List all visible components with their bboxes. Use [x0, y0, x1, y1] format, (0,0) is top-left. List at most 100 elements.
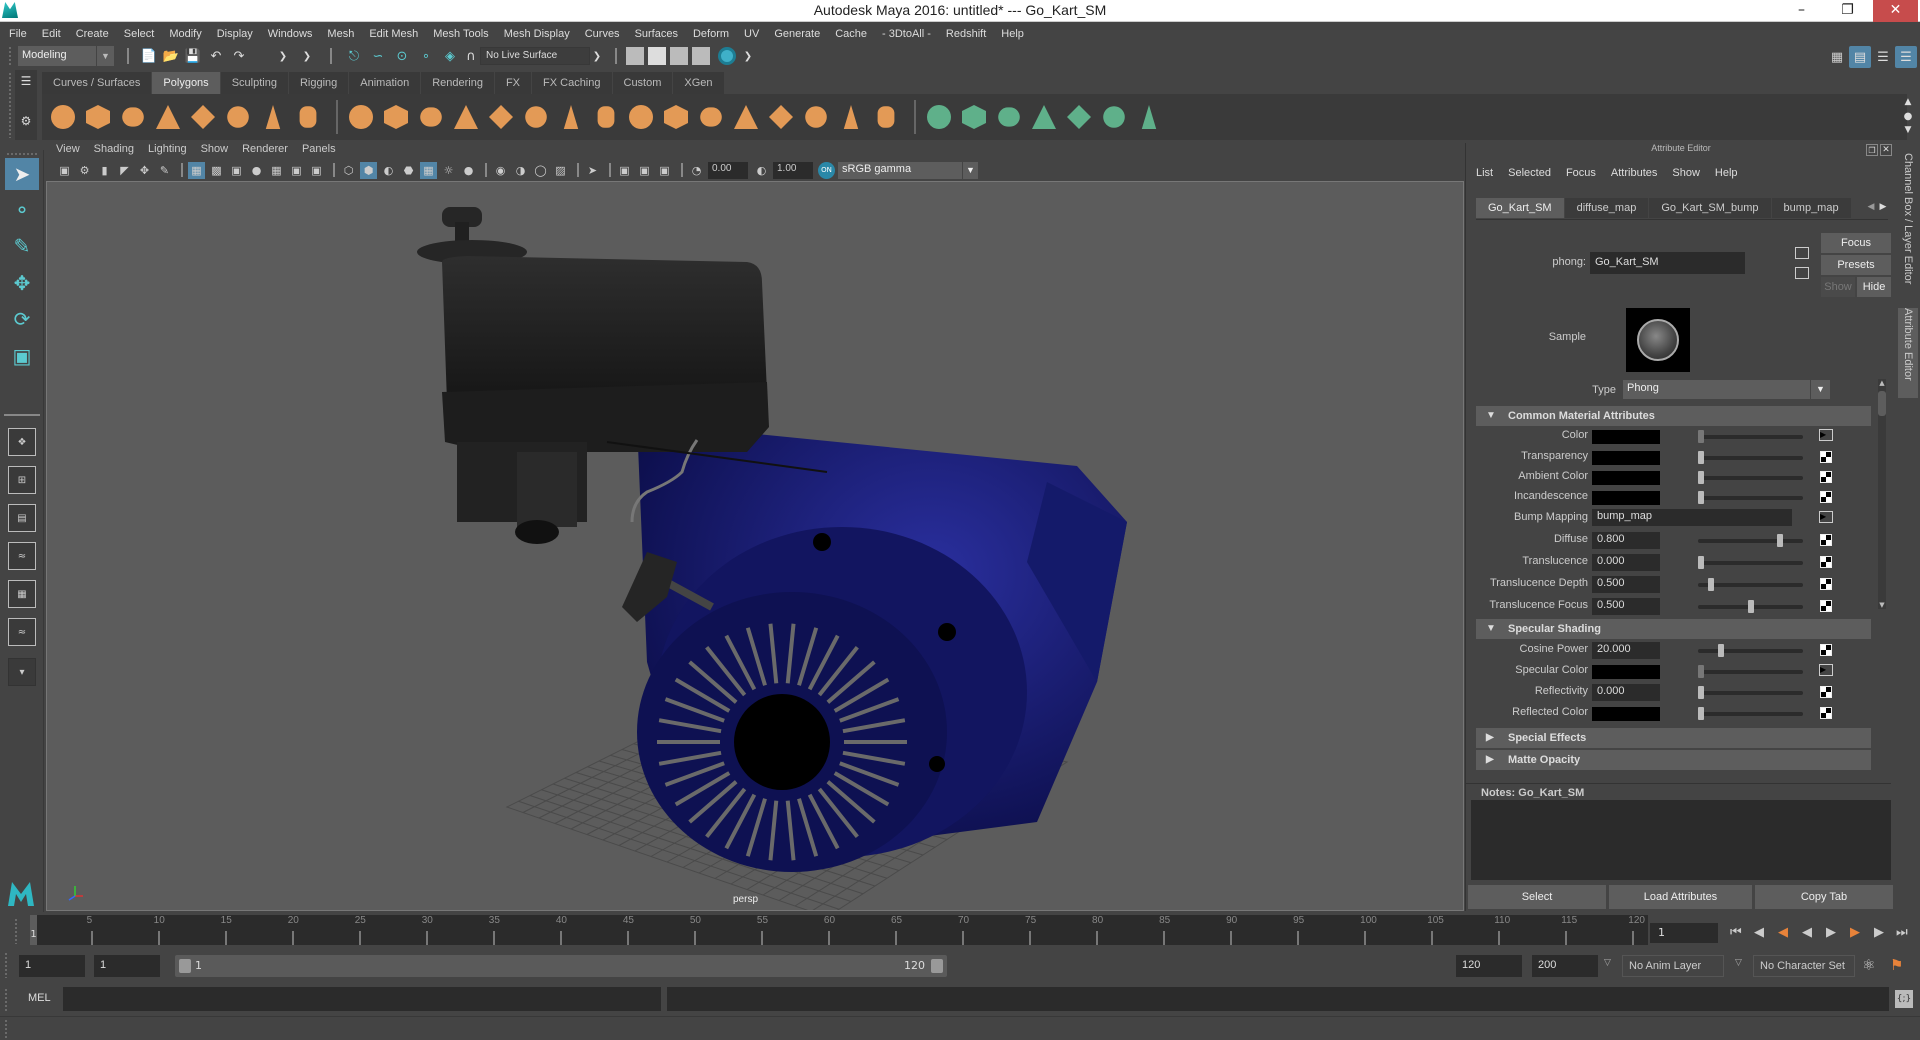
- current-frame-field[interactable]: 1: [1650, 923, 1718, 943]
- menu-edit-mesh[interactable]: Edit Mesh: [369, 28, 418, 40]
- map-texture-icon[interactable]: [1820, 644, 1832, 656]
- ae-menu-show[interactable]: Show: [1672, 167, 1700, 179]
- poly-torus-icon[interactable]: [223, 102, 253, 132]
- hypershade-persp-layout-icon[interactable]: ▦: [8, 580, 36, 608]
- step-forward-key-icon[interactable]: ▶: [1850, 925, 1860, 940]
- menu-modify[interactable]: Modify: [169, 28, 201, 40]
- smooth-shade-icon[interactable]: ⬢: [360, 161, 377, 179]
- color-swatch[interactable]: [1592, 430, 1660, 444]
- persp-outliner-layout-icon[interactable]: ▤: [8, 504, 36, 532]
- map-texture-icon[interactable]: [1820, 707, 1832, 719]
- render-settings-icon[interactable]: [692, 47, 710, 65]
- render-frame-icon[interactable]: [648, 47, 666, 65]
- menu-select[interactable]: Select: [124, 28, 155, 40]
- default-material-icon[interactable]: ◐: [380, 162, 397, 179]
- persp-graph-hypershade-layout-icon[interactable]: ≈: [8, 618, 36, 646]
- play-backwards-icon[interactable]: ◀: [1802, 925, 1812, 940]
- tool-settings-icon[interactable]: ☰: [1872, 46, 1894, 68]
- animation-end-field[interactable]: 200: [1532, 955, 1598, 977]
- viewport-menu-renderer[interactable]: Renderer: [242, 143, 288, 159]
- section-matte-opacity[interactable]: ▶ Matte Opacity: [1476, 750, 1871, 770]
- attr-slider-thumb[interactable]: [1698, 471, 1704, 484]
- shelf-tab-polygons[interactable]: Polygons: [152, 72, 221, 94]
- xray-joints-icon[interactable]: ▣: [636, 162, 653, 179]
- planar-uv-icon[interactable]: [924, 102, 954, 132]
- menu-mesh[interactable]: Mesh: [327, 28, 354, 40]
- viewport-menu-lighting[interactable]: Lighting: [148, 143, 187, 159]
- menu-windows[interactable]: Windows: [268, 28, 313, 40]
- attribute-editor-toggle-icon[interactable]: ▤: [1849, 46, 1871, 68]
- ae-menu-list[interactable]: List: [1476, 167, 1493, 179]
- go-to-start-icon[interactable]: ⏮: [1730, 925, 1742, 940]
- float-panel-icon[interactable]: ❐: [1866, 144, 1878, 156]
- animation-preferences-icon[interactable]: ⚑: [1890, 956, 1903, 974]
- attr-number-field[interactable]: 0.000: [1592, 684, 1660, 701]
- camera-attributes-icon[interactable]: ⚙: [76, 162, 93, 179]
- modeling-toolkit-icon[interactable]: ▦: [1826, 46, 1848, 68]
- ae-menu-selected[interactable]: Selected: [1508, 167, 1551, 179]
- bridge-icon[interactable]: [591, 102, 621, 132]
- grid-icon[interactable]: ▦: [188, 161, 205, 179]
- menu-3dtoall[interactable]: - 3DtoAll -: [882, 28, 931, 40]
- menu-edit[interactable]: Edit: [42, 28, 61, 40]
- open-scene-icon[interactable]: 📂: [162, 46, 180, 66]
- channel-box-toggle-icon[interactable]: ☰: [1895, 46, 1917, 68]
- poly-cone-icon[interactable]: [153, 102, 183, 132]
- attr-slider-track[interactable]: [1698, 476, 1803, 480]
- attr-number-field[interactable]: 0.500: [1592, 576, 1660, 593]
- wireframe-on-shaded-icon[interactable]: ⬣: [400, 162, 417, 179]
- film-gate-icon[interactable]: ▩: [208, 162, 225, 179]
- poly-plane-icon[interactable]: [188, 102, 218, 132]
- drag-handle[interactable]: [8, 72, 12, 138]
- menu-display[interactable]: Display: [217, 28, 253, 40]
- poly-sphere-icon[interactable]: [48, 102, 78, 132]
- notes-textarea[interactable]: [1471, 800, 1891, 880]
- step-forward-frame-icon[interactable]: ▶: [1874, 925, 1884, 940]
- shelf-tab-custom[interactable]: Custom: [612, 72, 674, 94]
- safe-title-icon[interactable]: ▣: [308, 162, 325, 179]
- attr-number-field[interactable]: 0.800: [1592, 532, 1660, 549]
- attr-slider-track[interactable]: [1698, 496, 1803, 500]
- unfold-uv-icon[interactable]: [1134, 102, 1164, 132]
- ae-menu-focus[interactable]: Focus: [1566, 167, 1596, 179]
- attr-number-field[interactable]: 0.500: [1592, 598, 1660, 615]
- drag-handle[interactable]: [4, 1019, 8, 1039]
- exposure-icon[interactable]: ◔: [688, 162, 705, 179]
- render-view-icon[interactable]: [626, 47, 644, 65]
- xray-icon[interactable]: ▣: [616, 162, 633, 179]
- extract-icon[interactable]: [416, 102, 446, 132]
- poly-cube-icon[interactable]: [83, 102, 113, 132]
- attr-number-field[interactable]: 0.000: [1592, 554, 1660, 571]
- map-texture-icon[interactable]: [1820, 491, 1832, 503]
- color-swatch[interactable]: [1592, 707, 1660, 721]
- select-button[interactable]: Select: [1468, 885, 1606, 909]
- menu-set-dropdown[interactable]: Modeling ▼: [18, 46, 114, 66]
- field-chart-icon[interactable]: ▦: [268, 162, 285, 179]
- more-layouts-button[interactable]: ▾: [8, 658, 36, 686]
- expand-arrow-icon[interactable]: ❯: [743, 46, 753, 66]
- output-connection-icon[interactable]: [1795, 267, 1809, 279]
- script-editor-icon[interactable]: {;}: [1895, 990, 1913, 1008]
- shelf-tab-sculpting[interactable]: Sculpting: [220, 72, 289, 94]
- textured-icon[interactable]: ▦: [420, 161, 437, 179]
- tab-channel-box-layer-editor[interactable]: Channel Box / Layer Editor: [1898, 153, 1918, 293]
- multisample-aa-icon[interactable]: ◯: [532, 162, 549, 179]
- step-back-frame-icon[interactable]: ◀​: [1754, 925, 1764, 940]
- ae-menu-help[interactable]: Help: [1715, 167, 1738, 179]
- snap-view-plane-icon[interactable]: ∘: [416, 46, 436, 66]
- attr-slider-track[interactable]: [1698, 435, 1803, 439]
- attr-slider-thumb[interactable]: [1777, 534, 1783, 547]
- map-texture-icon[interactable]: [1820, 534, 1832, 546]
- isolate-select-icon[interactable]: ➤: [584, 162, 601, 179]
- scroll-down-icon[interactable]: ▼: [1900, 124, 1916, 136]
- gamma-field[interactable]: 1.00: [773, 161, 813, 179]
- map-connection-icon[interactable]: ▶: [1819, 511, 1833, 523]
- attr-slider-thumb[interactable]: [1698, 707, 1704, 720]
- command-input[interactable]: [63, 987, 661, 1011]
- gamma-icon[interactable]: ◐: [753, 162, 770, 179]
- xray-active-icon[interactable]: ▣: [656, 162, 673, 179]
- map-texture-icon[interactable]: [1820, 578, 1832, 590]
- offset-edge-loop-icon[interactable]: [836, 102, 866, 132]
- grease-pencil-icon[interactable]: ✎: [156, 162, 173, 179]
- select-camera-icon[interactable]: ▣: [56, 162, 73, 179]
